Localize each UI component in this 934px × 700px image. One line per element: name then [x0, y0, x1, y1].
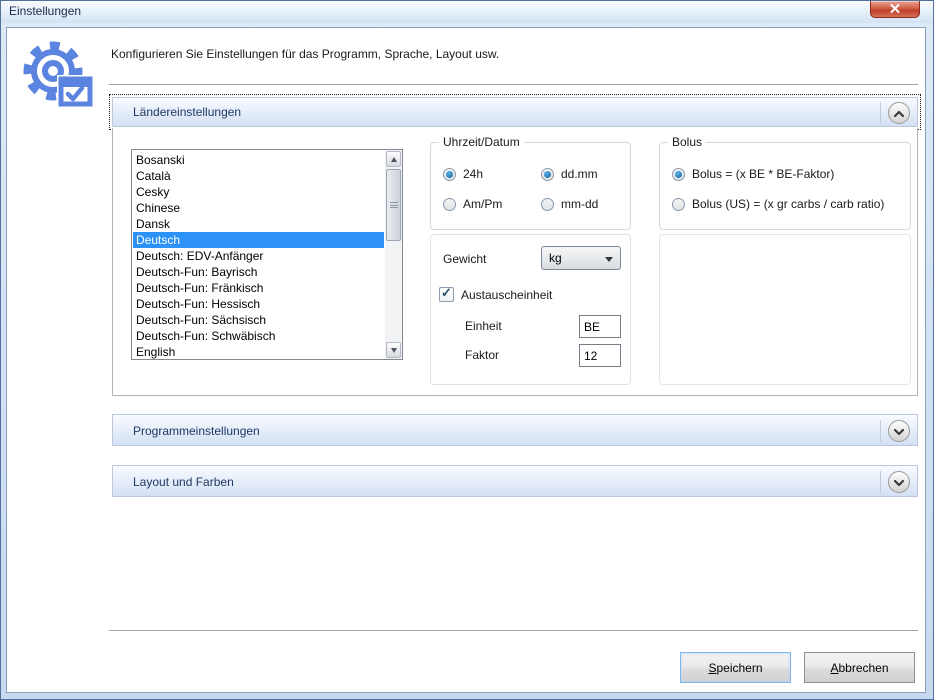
list-item[interactable]: Deutsch	[133, 232, 384, 248]
settings-gear-icon	[20, 40, 96, 112]
list-item[interactable]: Deutsch-Fun: Fränkisch	[133, 280, 384, 296]
save-button[interactable]: Speichern	[680, 652, 791, 683]
radio-bolus-be[interactable]: Bolus = (x BE * BE-Faktor)	[672, 167, 834, 181]
chevron-down-icon	[894, 422, 904, 440]
radio-icon[interactable]	[443, 198, 456, 211]
section-header-layout[interactable]: Layout und Farben	[112, 465, 918, 497]
exchange-unit-checkbox-row[interactable]: Austauscheinheit	[439, 287, 552, 302]
list-item[interactable]: Cesky	[133, 184, 384, 200]
list-item[interactable]: Dansk	[133, 216, 384, 232]
factor-input[interactable]	[579, 344, 621, 367]
list-item[interactable]: English	[133, 344, 384, 360]
scroll-down-button[interactable]	[386, 342, 401, 358]
section-content-country: Bosanski Català Cesky Chinese Dansk Deut…	[112, 128, 918, 396]
radio-icon[interactable]	[443, 168, 456, 181]
section-header-program[interactable]: Programmeinstellungen	[112, 414, 918, 446]
language-list: Bosanski Català Cesky Chinese Dansk Deut…	[133, 152, 384, 360]
radio-bolus-us[interactable]: Bolus (US) = (x gr carbs / carb ratio)	[672, 197, 884, 211]
save-button-label: Speichern	[681, 661, 790, 675]
factor-label: Faktor	[465, 348, 499, 362]
list-item[interactable]: Bosanski	[133, 152, 384, 168]
list-item[interactable]: Chinese	[133, 200, 384, 216]
list-item[interactable]: Deutsch: EDV-Anfänger	[133, 248, 384, 264]
weight-unit-dropdown[interactable]: kg	[541, 246, 621, 270]
scroll-up-button[interactable]	[386, 151, 401, 167]
header-separator	[880, 420, 881, 442]
header-separator	[880, 102, 881, 124]
triangle-down-icon	[391, 348, 397, 353]
chevron-up-icon	[894, 104, 904, 122]
chevron-down-icon	[894, 473, 904, 491]
language-listbox[interactable]: Bosanski Català Cesky Chinese Dansk Deut…	[131, 149, 403, 360]
timedate-legend: Uhrzeit/Datum	[439, 135, 524, 149]
exchange-unit-label: Austauscheinheit	[461, 288, 552, 302]
radio-label: Bolus (US) = (x gr carbs / carb ratio)	[692, 197, 884, 211]
timedate-groupbox: Uhrzeit/Datum 24h dd.mm Am/Pm mm-dd	[430, 142, 631, 230]
radio-label: dd.mm	[561, 167, 598, 181]
dialog-body: Konfigurieren Sie Einstellungen für das …	[6, 27, 926, 693]
expand-button-layout[interactable]	[888, 471, 910, 493]
collapse-button-country[interactable]	[888, 102, 910, 124]
dropdown-arrow-icon	[605, 257, 613, 262]
bottom-separator	[109, 630, 918, 631]
expand-button-program[interactable]	[888, 420, 910, 442]
radio-icon[interactable]	[541, 198, 554, 211]
radio-ddmm[interactable]: dd.mm	[541, 167, 598, 181]
scrollbar-grip	[390, 202, 398, 208]
title-bar[interactable]: Einstellungen	[1, 1, 933, 23]
list-scrollbar[interactable]	[385, 150, 402, 359]
dialog-description: Konfigurieren Sie Einstellungen für das …	[111, 47, 499, 61]
unit-input[interactable]	[579, 315, 621, 338]
section-header-country[interactable]: Ländereinstellungen	[112, 97, 918, 127]
radio-label: Bolus = (x BE * BE-Faktor)	[692, 167, 834, 181]
scrollbar-thumb[interactable]	[386, 169, 401, 241]
cancel-button[interactable]: Abbrechen	[804, 652, 915, 683]
radio-24h[interactable]: 24h	[443, 167, 483, 181]
radio-ampm[interactable]: Am/Pm	[443, 197, 502, 211]
close-icon	[890, 0, 900, 18]
settings-window: Einstellungen Konfigurieren Sie Einstell…	[0, 0, 934, 700]
section-title-program: Programmeinstellungen	[133, 424, 260, 438]
checkbox-icon[interactable]	[439, 287, 454, 302]
list-item[interactable]: Deutsch-Fun: Bayrisch	[133, 264, 384, 280]
triangle-up-icon	[391, 157, 397, 162]
header-separator	[880, 471, 881, 493]
weight-groupbox: Gewicht kg Austauscheinheit Einheit Fakt…	[430, 234, 631, 385]
radio-label: Am/Pm	[463, 197, 502, 211]
radio-mmdd[interactable]: mm-dd	[541, 197, 598, 211]
unit-label: Einheit	[465, 319, 502, 333]
radio-icon[interactable]	[672, 168, 685, 181]
list-item[interactable]: Deutsch-Fun: Hessisch	[133, 296, 384, 312]
radio-icon[interactable]	[541, 168, 554, 181]
weight-unit-value: kg	[549, 251, 562, 265]
bolus-groupbox: Bolus Bolus = (x BE * BE-Faktor) Bolus (…	[659, 142, 911, 230]
list-item[interactable]: Català	[133, 168, 384, 184]
window-title: Einstellungen	[9, 4, 81, 18]
bolus-legend: Bolus	[668, 135, 706, 149]
radio-label: 24h	[463, 167, 483, 181]
close-button[interactable]	[870, 1, 920, 18]
radio-label: mm-dd	[561, 197, 598, 211]
section-title-country: Ländereinstellungen	[133, 105, 241, 119]
section-title-layout: Layout und Farben	[133, 475, 234, 489]
list-item[interactable]: Deutsch-Fun: Schwäbisch	[133, 328, 384, 344]
weight-label: Gewicht	[443, 252, 486, 266]
radio-icon[interactable]	[672, 198, 685, 211]
list-item[interactable]: Deutsch-Fun: Sächsisch	[133, 312, 384, 328]
empty-panel	[659, 234, 911, 385]
top-separator	[109, 84, 918, 85]
cancel-button-label: Abbrechen	[805, 661, 914, 675]
